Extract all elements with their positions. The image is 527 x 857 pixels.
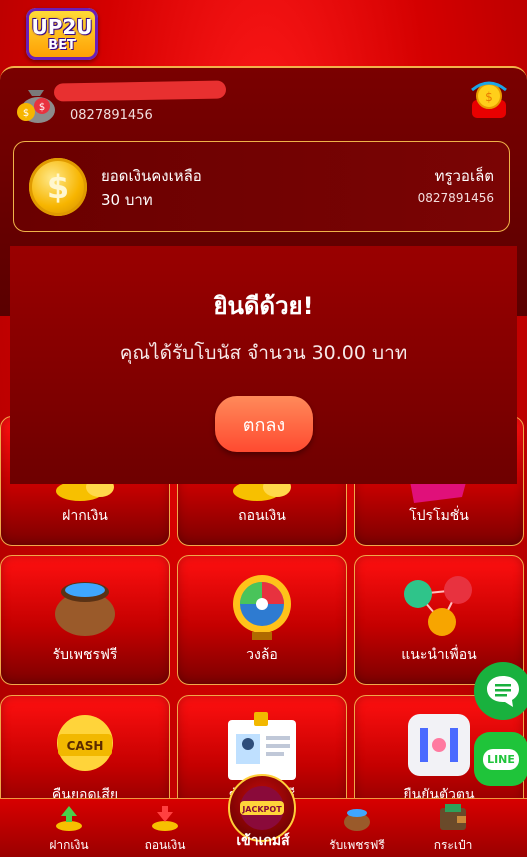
svg-text:$: $ (39, 102, 45, 113)
jackpot-icon: JACKPOT (240, 786, 284, 830)
deposit-icon (56, 806, 82, 831)
line-button[interactable]: LINE (474, 732, 527, 786)
user-phone: 0827891456 (70, 108, 153, 123)
play-game-label: เข้าเกมส์ (236, 833, 290, 849)
gift-icon[interactable]: $ (468, 80, 510, 122)
svg-text:CASH: CASH (67, 739, 104, 753)
logo-text-sub: BET (48, 37, 76, 53)
money-bag-icon: $ $ (17, 90, 55, 123)
id-card-icon (228, 712, 296, 780)
withdraw-icon (152, 806, 178, 831)
nav-wallet[interactable]: กระเป๋า (408, 804, 498, 855)
coin-icon: $ (29, 158, 87, 216)
wallet-icon (440, 804, 466, 830)
nav-deposit-label: ฝากเงิน (49, 838, 89, 852)
verify-icon (408, 714, 470, 776)
bonus-modal: ยินดีด้วย! คุณได้รับโบนัส จำนวน 30.00 บา… (10, 246, 517, 484)
nav-wallet-label: กระเป๋า (433, 838, 473, 852)
wallet-phone: 0827891456 (417, 191, 494, 205)
nav-withdraw[interactable]: ถอนเงิน (120, 804, 210, 855)
gem-bag-icon (55, 582, 115, 636)
redacted-username (53, 80, 227, 102)
tile-withdraw-label: ถอนเงิน (238, 508, 286, 524)
ok-button[interactable]: ตกลง (215, 396, 313, 452)
tile-wheel[interactable]: วงล้อ (177, 555, 347, 685)
tile-free-gems-label: รับเพชรฟรี (52, 647, 118, 663)
coin-symbol: $ (46, 168, 70, 206)
line-label: LINE (483, 748, 519, 770)
brand-logo[interactable]: UP2U BET (26, 8, 98, 60)
cashback-icon: CASH (57, 715, 113, 771)
chat-bubble-icon (487, 676, 519, 707)
tile-wheel-label: วงล้อ (246, 647, 278, 663)
nav-withdraw-label: ถอนเงิน (144, 838, 186, 852)
wallet-name: ทรูวอเล็ต (434, 167, 494, 185)
top-bar: UP2U BET (0, 0, 527, 66)
logo-text-main: UP2U (31, 14, 93, 39)
chat-button[interactable] (474, 662, 527, 720)
svg-text:$: $ (23, 108, 29, 119)
jackpot-text: JACKPOT (241, 805, 282, 814)
friends-network-icon (404, 576, 472, 636)
gem-bag-icon (344, 809, 370, 831)
wheel-icon (233, 575, 291, 640)
nav-free-gems[interactable]: รับเพชรฟรี (312, 804, 402, 855)
tile-deposit-label: ฝากเงิน (62, 508, 108, 524)
balance-label: ยอดเงินคงเหลือ (101, 167, 202, 185)
tile-free-gems[interactable]: รับเพชรฟรี (0, 555, 170, 685)
nav-deposit[interactable]: ฝากเงิน (24, 804, 114, 855)
modal-title: ยินดีด้วย! (213, 292, 314, 320)
svg-text:$: $ (485, 90, 493, 104)
tile-promotion-label: โปรโมชั่น (409, 508, 469, 524)
nav-free-gems-label: รับเพชรฟรี (329, 838, 385, 852)
modal-message: คุณได้รับโบนัส จำนวน 30.00 บาท (119, 342, 408, 364)
balance-value: 30 บาท (101, 191, 153, 209)
